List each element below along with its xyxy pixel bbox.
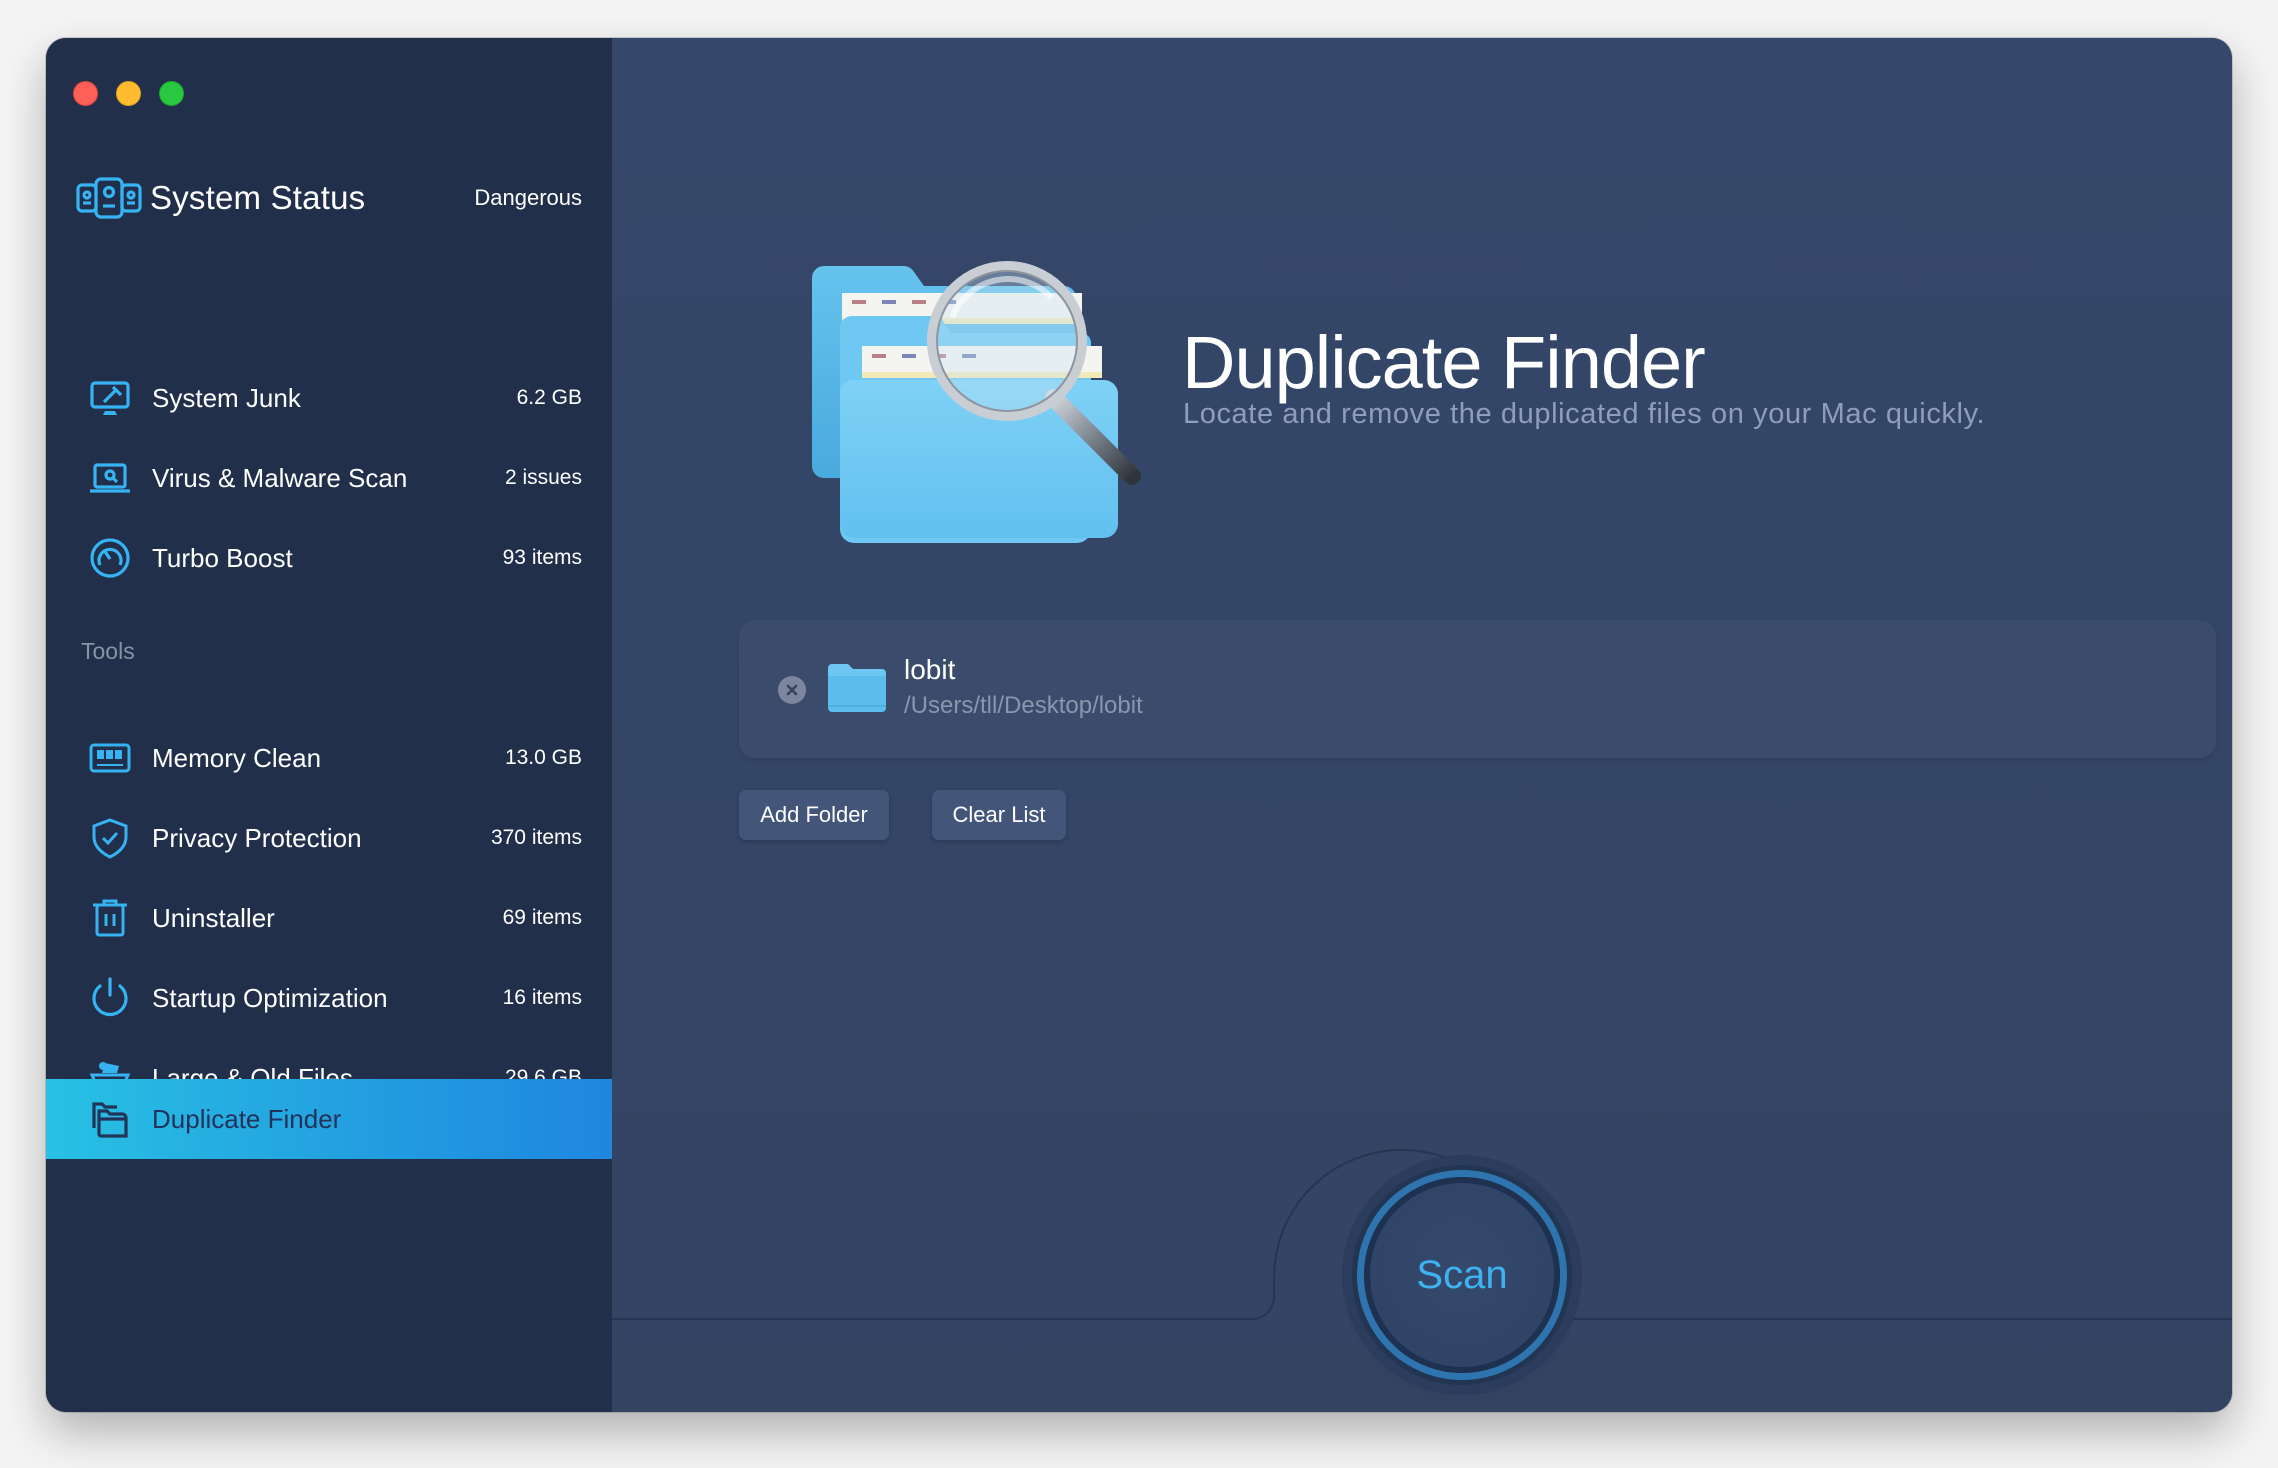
scan-button[interactable]: Scan xyxy=(1364,1177,1560,1373)
folder-icon xyxy=(828,664,886,712)
sidebar-item-value: 93 items xyxy=(502,546,582,569)
sidebar-item-uninstaller[interactable]: Uninstaller 69 items xyxy=(46,878,612,958)
sidebar-item-value: 69 items xyxy=(502,906,582,929)
folder-name: lobit xyxy=(904,654,956,685)
sidebar-item-memory-clean[interactable]: Memory Clean 13.0 GB xyxy=(46,718,612,798)
folder-path: /Users/tll/Desktop/lobit xyxy=(904,692,1143,719)
close-icon xyxy=(786,684,798,696)
maximize-window-button[interactable] xyxy=(159,81,184,106)
close-window-button[interactable] xyxy=(73,81,98,106)
page-title: Duplicate Finder xyxy=(1182,321,1706,404)
sidebar-item-label: Privacy Protection xyxy=(152,822,362,853)
add-folder-button[interactable]: Add Folder xyxy=(739,790,889,840)
sidebar-item-value: 6.2 GB xyxy=(516,386,582,409)
monitor-broom-icon xyxy=(88,376,132,420)
system-status-row[interactable]: System Status Dangerous xyxy=(76,172,582,224)
sidebar-item-system-junk[interactable]: System Junk 6.2 GB xyxy=(46,358,612,438)
duplicate-folders-magnifier-icon xyxy=(812,261,1141,543)
sidebar-item-label: Turbo Boost xyxy=(152,542,293,573)
folder-list: lobit /Users/tll/Desktop/lobit xyxy=(739,620,2216,758)
sidebar-item-value: 2 issues xyxy=(504,466,582,489)
sidebar-item-virus-malware-scan[interactable]: Virus & Malware Scan 2 issues xyxy=(46,438,612,518)
system-status-title: System Status xyxy=(150,179,366,216)
sidebar-item-startup-optimization[interactable]: Startup Optimization 16 items xyxy=(46,958,612,1038)
tools-section-label: Tools xyxy=(81,638,135,664)
sidebar-item-label: Memory Clean xyxy=(152,742,322,773)
window-controls xyxy=(73,81,184,106)
sidebar: System Status Dangerous System Junk 6.2 … xyxy=(46,38,612,1412)
sidebar-item-label: Virus & Malware Scan xyxy=(152,462,408,493)
scan-button-container: Scan xyxy=(1327,1135,1597,1412)
page-subtitle: Locate and remove the duplicated files o… xyxy=(1183,398,1986,430)
sidebar-item-value: 16 items xyxy=(502,986,582,1009)
system-status-value: Dangerous xyxy=(474,185,582,210)
sidebar-item-value: 370 items xyxy=(490,826,582,849)
sidebar-item-duplicate-finder[interactable]: Duplicate Finder xyxy=(46,1079,612,1159)
speedometer-icon xyxy=(88,536,132,580)
sidebar-item-label: Duplicate Finder xyxy=(152,1103,342,1134)
sidebar-item-label: System Junk xyxy=(152,382,301,413)
power-icon xyxy=(88,976,132,1020)
shield-check-icon xyxy=(88,816,132,860)
sidebar-item-label: Uninstaller xyxy=(152,902,275,933)
system-status-icon xyxy=(76,177,142,219)
sidebar-item-privacy-protection[interactable]: Privacy Protection 370 items xyxy=(46,798,612,878)
sidebar-item-turbo-boost[interactable]: Turbo Boost 93 items xyxy=(46,518,612,598)
laptop-search-icon xyxy=(88,456,132,500)
remove-folder-button[interactable] xyxy=(778,676,806,704)
app-window: System Status Dangerous System Junk 6.2 … xyxy=(46,38,2232,1412)
sidebar-item-label: Startup Optimization xyxy=(152,982,388,1013)
clear-list-button[interactable]: Clear List xyxy=(932,790,1066,840)
memory-chip-icon xyxy=(88,736,132,780)
main-panel: Duplicate Finder Locate and remove the d… xyxy=(612,38,2232,1412)
minimize-window-button[interactable] xyxy=(116,81,141,106)
trash-icon xyxy=(88,896,132,940)
sidebar-item-value: 13.0 GB xyxy=(504,746,582,769)
duplicate-folders-icon xyxy=(88,1097,132,1141)
scan-button-label: Scan xyxy=(1416,1252,1508,1297)
